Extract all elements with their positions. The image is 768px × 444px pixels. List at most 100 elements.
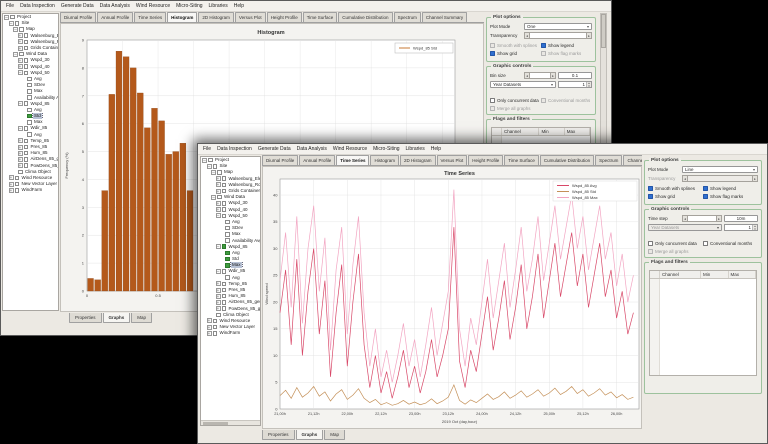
bin-size-input[interactable]: 0.1 [558,72,592,79]
tree-checkbox-wspd-40[interactable] [222,207,227,212]
tree-expander-icon[interactable]: + [207,331,212,336]
tree-item-new-vector-layer[interactable]: +New Vector Layer [201,324,260,330]
tree-expander-icon[interactable]: + [18,64,23,69]
tree-checkbox-pres-85[interactable] [222,288,227,293]
spinner-arrows-icon[interactable]: ▴▾ [586,82,591,87]
tree-expander-icon[interactable]: + [18,138,23,143]
tab-versus-plot[interactable]: Versus Plot [235,12,266,22]
menu-item-data-analysis[interactable]: Data Analysis [97,1,133,11]
show-legend-checkbox[interactable] [541,43,546,48]
tree-expander-icon[interactable]: – [216,213,221,218]
tree-checkbox-wdir-85[interactable] [222,269,227,274]
show-legend-checkbox[interactable] [703,186,708,191]
conventional-months-checkbox[interactable] [541,98,546,103]
year-count-spinner[interactable]: 1 ▴▾ [724,224,758,231]
tree-expander-icon[interactable]: + [216,288,221,293]
tree-checkbox-wspd85-avg[interactable] [27,108,32,113]
tree-expander-icon[interactable]: + [9,175,14,180]
tab-annual-profile[interactable]: Annual Profile [299,155,335,165]
tree-checkbox-wspd-40[interactable] [24,64,29,69]
tree-checkbox-map[interactable] [217,170,222,175]
year-datasets-select[interactable]: Year Datasets ▾ [648,224,722,231]
tree-expander-icon[interactable]: – [207,164,212,169]
stepper-right-arrow-icon[interactable]: ▸ [716,215,722,222]
tree-expander-icon[interactable]: + [216,306,221,311]
only-concurrent-checkbox[interactable] [648,241,653,246]
tree-checkbox-new-vector-layer[interactable] [15,182,20,187]
show-flag-marks-checkbox[interactable] [541,51,546,56]
slider-track[interactable] [530,32,586,39]
stepper-right-arrow-icon[interactable]: ▸ [550,72,556,79]
tree-expander-icon[interactable]: + [216,182,221,187]
tree-item-windfarm[interactable]: +WindFarm [3,187,58,193]
tree-checkbox-clima-object[interactable] [216,313,221,318]
tree-item-new-vector-layer[interactable]: +New Vector Layer [3,181,58,187]
tree-expander-icon[interactable]: – [202,158,207,163]
tree-checkbox-grids-container[interactable] [24,46,29,51]
smooth-splines-checkbox[interactable] [490,43,495,48]
tree-checkbox-wind-resource[interactable] [15,176,20,181]
bin-size-stepper[interactable]: ◂ ▸ [524,72,556,79]
tree-checkbox-powdens-85-gen[interactable] [24,163,29,168]
tree-expander-icon[interactable]: – [216,269,221,274]
tree-item-wind-resource[interactable]: +Wind Resource [201,318,260,324]
tab-height-profile[interactable]: Height Profile [468,155,503,165]
tree-checkbox-wdir-85[interactable] [24,126,29,131]
tab-annual-profile[interactable]: Annual Profile [97,12,133,22]
show-grid-checkbox[interactable] [490,51,495,56]
tree-expander-icon[interactable]: + [18,39,23,44]
plot-mode-select[interactable]: One ▾ [524,23,592,30]
tree-expander-icon[interactable]: + [216,294,221,299]
tab-versus-plot[interactable]: Versus Plot [437,155,468,165]
tree-checkbox-wspd50-max[interactable] [225,232,230,237]
tree-expander-icon[interactable]: + [216,300,221,305]
tree-expander-icon[interactable]: + [216,189,221,194]
tab-spectrum[interactable]: Spectrum [595,155,622,165]
tree-checkbox-wdir85-avg[interactable] [225,275,230,280]
tree-expander-icon[interactable]: + [18,33,23,38]
tree-checkbox-wspd85-std[interactable] [225,257,230,262]
tree-checkbox-airdens-85-gen[interactable] [24,157,29,162]
tree-checkbox-new-vector-layer[interactable] [213,325,218,330]
tree-expander-icon[interactable]: + [9,188,14,193]
tree-checkbox-pres-85[interactable] [24,145,29,150]
menu-item-data-inspection[interactable]: Data Inspection [214,144,255,154]
merge-graphs-checkbox[interactable] [490,106,495,111]
tree-expander-icon[interactable]: + [18,145,23,150]
tree-checkbox-wspd-30[interactable] [24,58,29,63]
tree-checkbox-wind-resource[interactable] [213,319,218,324]
tree-expander-icon[interactable]: + [216,176,221,181]
tree-checkbox-windfarm[interactable] [213,331,218,336]
tree-expander-icon[interactable]: + [216,281,221,286]
tree-horizontal-scrollbar[interactable] [201,420,260,425]
scrollbar-thumb[interactable] [203,422,228,425]
tree-expander-icon[interactable]: – [18,101,23,106]
tree-expander-icon[interactable]: + [18,163,23,168]
tab-channel-summary[interactable]: Channel Summary [422,12,467,22]
tree-checkbox-walsenburg-roughness[interactable] [222,183,227,188]
tree-expander-icon[interactable]: – [18,70,23,75]
page-tab-graphs[interactable]: Graphs [296,430,324,440]
menu-item-generate-data[interactable]: Generate Data [255,144,294,154]
scrollbar-thumb[interactable] [601,14,606,48]
menu-item-micro-siting[interactable]: Micro-Siting [370,144,402,154]
menu-item-file[interactable]: File [200,144,214,154]
year-datasets-select[interactable]: Year Datasets ▾ [490,81,556,88]
tab-height-profile[interactable]: Height Profile [267,12,302,22]
tree-item-wind-resource[interactable]: +Wind Resource [3,175,58,181]
tree-checkbox-hum-85[interactable] [24,151,29,156]
tab-time-surface[interactable]: Time Surface [303,12,338,22]
tree-checkbox-wspd-50[interactable] [24,71,29,76]
page-tab-map[interactable]: Map [131,313,152,323]
tree-checkbox-wdir85-avg[interactable] [27,132,32,137]
tree-checkbox-wspd85[interactable] [24,101,29,106]
tree-checkbox-wspd85[interactable] [222,244,227,249]
tree-checkbox-wspd85-max[interactable] [27,120,32,125]
tree-expander-icon[interactable]: + [9,182,14,187]
stepper-track[interactable] [530,72,550,79]
tree-expander-icon[interactable]: – [9,21,14,26]
tree-expander-icon[interactable]: + [216,207,221,212]
tab-time-surface[interactable]: Time Surface [504,155,539,165]
tree-expander-icon[interactable]: – [211,195,216,200]
menu-item-data-inspection[interactable]: Data Inspection [17,1,58,11]
